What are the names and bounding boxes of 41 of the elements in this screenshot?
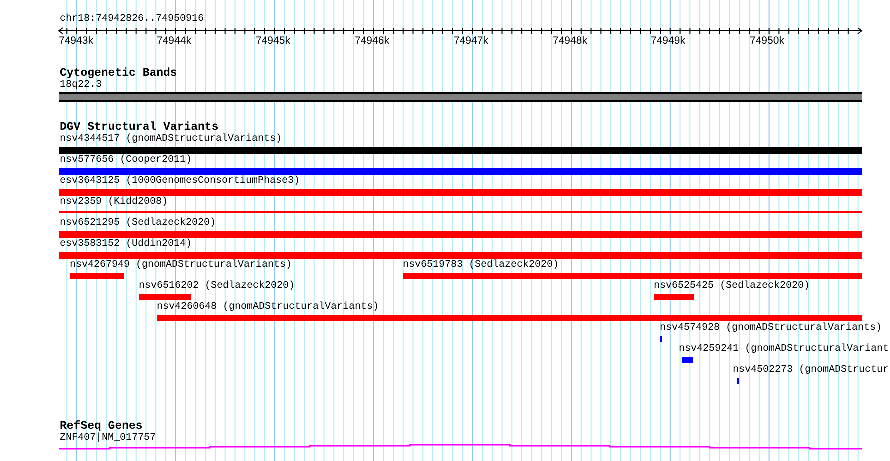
ruler-label: 74943k bbox=[59, 35, 94, 47]
variant-label: esv3583152 (Uddin2014) bbox=[60, 239, 192, 251]
variant-label: nsv577656 (Cooper2011) bbox=[60, 155, 192, 167]
ruler-label: 74947k bbox=[454, 35, 488, 47]
ruler-label: 74950k bbox=[750, 35, 784, 47]
variant-label: nsv4502273 (gnomADStructur bbox=[733, 365, 890, 377]
variant-bar[interactable] bbox=[654, 294, 694, 300]
variant-label: nsv4574928 (gnomADStructuralVariants) bbox=[660, 323, 882, 335]
gene-label: ZNF407|NM_017757 bbox=[60, 433, 156, 445]
variant-label: nsv2359 (Kidd2008) bbox=[60, 197, 168, 209]
variant-label: esv3643125 (1000GenomesConsortiumPhase3) bbox=[60, 176, 300, 188]
variant-bar[interactable] bbox=[59, 252, 862, 259]
variant-bar[interactable] bbox=[70, 273, 124, 279]
track-title: RefSeq Genes bbox=[60, 420, 143, 433]
ruler-label: 74944k bbox=[157, 35, 192, 47]
track-title: DGV Structural Variants bbox=[60, 121, 219, 134]
variant-label: nsv6521295 (Sedlazeck2020) bbox=[60, 218, 216, 230]
ruler-label: 74949k bbox=[651, 35, 686, 47]
variant-label: nsv4267949 (gnomADStructuralVariants) bbox=[70, 260, 292, 272]
gene-line[interactable] bbox=[59, 444, 862, 450]
variant-bar[interactable] bbox=[403, 273, 862, 279]
cytoband-bar[interactable] bbox=[59, 92, 862, 102]
variant-label: nsv6519783 (Sedlazeck2020) bbox=[403, 260, 560, 272]
ruler-label: 74948k bbox=[553, 35, 588, 47]
variant-label: nsv4260648 (gnomADStructuralVariants) bbox=[157, 302, 380, 314]
variant-bar[interactable] bbox=[59, 231, 862, 238]
location-label: chr18:74942826..74950916 bbox=[60, 14, 204, 26]
ruler-label: 74945k bbox=[256, 35, 290, 47]
variant-bar[interactable] bbox=[139, 294, 191, 300]
variant-label: nsv6516202 (Sedlazeck2020) bbox=[139, 281, 296, 293]
variant-label: nsv4259241 (gnomADStructuralVariant bbox=[679, 344, 890, 356]
variant-bar[interactable] bbox=[682, 357, 693, 363]
variant-bar[interactable] bbox=[59, 168, 862, 175]
variant-label: nsv4344517 (gnomADStructuralVariants) bbox=[60, 134, 282, 146]
variant-bar[interactable] bbox=[59, 189, 862, 196]
ruler-label: 74946k bbox=[355, 35, 390, 47]
variant-label: nsv6525425 (Sedlazeck2020) bbox=[654, 281, 810, 293]
band-label: 18q22.3 bbox=[60, 80, 102, 92]
variant-bar[interactable] bbox=[59, 147, 862, 154]
variant-bar[interactable] bbox=[157, 315, 862, 321]
track-title: Cytogenetic Bands bbox=[60, 67, 178, 80]
